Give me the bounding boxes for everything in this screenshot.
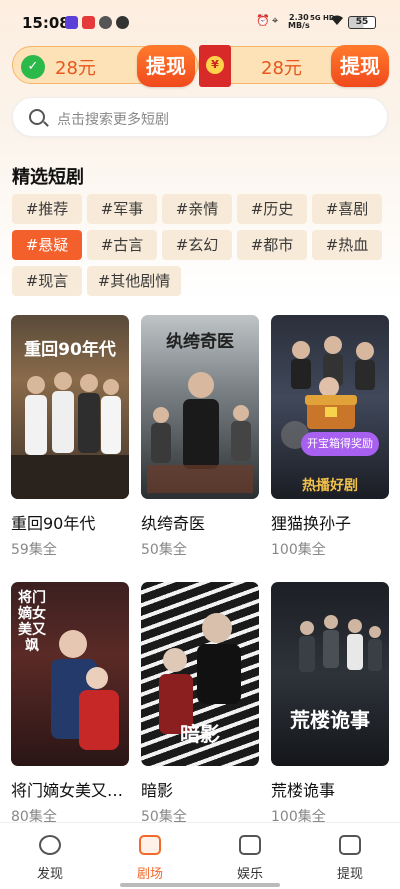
search-icon bbox=[29, 109, 45, 125]
poster-title: 热播好剧 bbox=[302, 478, 358, 494]
poster-title: 暗影 bbox=[180, 722, 220, 746]
wechat-amount: 28元 bbox=[55, 58, 96, 79]
tag-fantasy[interactable]: #玄幻 bbox=[162, 230, 232, 260]
poster-title: 荒楼诡事 bbox=[290, 708, 370, 732]
red-packet-icon bbox=[199, 45, 231, 87]
withdraw-icon bbox=[339, 835, 361, 855]
tag-passion[interactable]: #热血 bbox=[312, 230, 382, 260]
poster-title: 纨绔奇医 bbox=[166, 332, 234, 352]
redpacket-amount: 28元 bbox=[261, 58, 302, 79]
drama-poster[interactable]: 纨绔奇医 bbox=[141, 315, 259, 499]
drama-title: 重回90年代 bbox=[11, 514, 96, 533]
wifi-icon bbox=[330, 14, 344, 29]
tag-comedy[interactable]: #喜剧 bbox=[312, 194, 382, 224]
wechat-withdraw-button[interactable]: 提现 bbox=[137, 45, 195, 87]
drama-poster[interactable]: 开宝箱得奖励 热播好剧 bbox=[271, 315, 389, 499]
tab-label: 发现 bbox=[36, 867, 63, 882]
wechat-icon: ✓ bbox=[21, 55, 45, 79]
tab-label: 娱乐 bbox=[236, 867, 263, 882]
bottom-tab-bar: 发现 剧场 娱乐 提现 bbox=[0, 822, 400, 889]
message-icon bbox=[99, 16, 112, 29]
drama-card[interactable]: 荒楼诡事 荒楼诡事 100集全 bbox=[271, 582, 389, 825]
entertainment-icon bbox=[239, 835, 261, 855]
tab-label: 剧场 bbox=[136, 867, 163, 882]
wechat-reward-pill: ✓ 28元 提现 bbox=[12, 45, 198, 87]
drama-title: 暗影 bbox=[141, 781, 174, 800]
drama-card[interactable]: 重回90年代 重回90年代 59集全 bbox=[11, 315, 129, 558]
tag-military[interactable]: #军事 bbox=[87, 194, 157, 224]
alarm-icon: ⏰ bbox=[256, 14, 270, 27]
drama-title: 狸猫换孙子 bbox=[271, 514, 352, 533]
app-notification-icon bbox=[116, 16, 129, 29]
redpacket-reward-pill: 28元 提现 bbox=[198, 45, 389, 87]
tag-modern-romance[interactable]: #现言 bbox=[12, 266, 82, 296]
battery-icon: 55 bbox=[348, 16, 376, 29]
drama-title: 荒楼诡事 bbox=[271, 781, 336, 800]
tag-ancient-romance[interactable]: #古言 bbox=[87, 230, 157, 260]
search-bar[interactable]: 点击搜索更多短剧 bbox=[12, 97, 388, 137]
net-speed-unit: MB/s bbox=[288, 21, 310, 30]
tag-other[interactable]: #其他剧情 bbox=[87, 266, 181, 296]
status-bar: 15:08 ⏰ ⌖ 2.30 MB/s 5G HD 55 bbox=[0, 0, 400, 44]
section-title: 精选短剧 bbox=[12, 167, 84, 188]
tab-label: 提现 bbox=[336, 867, 363, 882]
drama-card[interactable]: 暗影 暗影 50集全 bbox=[141, 582, 259, 825]
drama-card[interactable]: 将门嫡女美又飒 将门嫡女美又… 80集全 bbox=[11, 582, 129, 825]
app-notification-icon bbox=[82, 16, 95, 29]
poster-title: 将门嫡女美又飒 bbox=[18, 590, 46, 654]
status-time: 15:08 bbox=[22, 14, 70, 32]
tag-family[interactable]: #亲情 bbox=[162, 194, 232, 224]
drama-episodes: 59集全 bbox=[11, 542, 57, 558]
search-placeholder: 点击搜索更多短剧 bbox=[57, 112, 169, 128]
tab-withdraw[interactable]: 提现 bbox=[300, 823, 400, 889]
drama-card[interactable]: 纨绔奇医 纨绔奇医 50集全 bbox=[141, 315, 259, 558]
drama-card[interactable]: 开宝箱得奖励 热播好剧 狸猫换孙子 100集全 bbox=[271, 315, 389, 558]
location-icon: ⌖ bbox=[272, 14, 279, 27]
drama-episodes: 100集全 bbox=[271, 542, 326, 558]
discover-icon bbox=[39, 835, 61, 855]
redpacket-withdraw-button[interactable]: 提现 bbox=[331, 45, 389, 87]
treasure-reward-badge[interactable]: 开宝箱得奖励 bbox=[301, 432, 379, 456]
drama-episodes: 50集全 bbox=[141, 542, 187, 558]
tag-recommend[interactable]: #推荐 bbox=[12, 194, 82, 224]
tab-discover[interactable]: 发现 bbox=[0, 823, 100, 889]
tab-theater[interactable]: 剧场 bbox=[100, 823, 200, 889]
drama-poster[interactable]: 荒楼诡事 bbox=[271, 582, 389, 766]
net-speed: 2.30 MB/s bbox=[288, 14, 310, 30]
poster-title: 重回90年代 bbox=[24, 340, 116, 360]
tab-entertainment[interactable]: 娱乐 bbox=[200, 823, 300, 889]
drama-poster[interactable]: 暗影 bbox=[141, 582, 259, 766]
drama-poster[interactable]: 重回90年代 bbox=[11, 315, 129, 499]
tag-urban[interactable]: #都市 bbox=[237, 230, 307, 260]
drama-title: 纨绔奇医 bbox=[141, 514, 206, 533]
reward-bar: ✓ 28元 提现 28元 提现 bbox=[12, 44, 389, 87]
tag-history[interactable]: #历史 bbox=[237, 194, 307, 224]
tag-suspense[interactable]: #悬疑 bbox=[12, 230, 82, 260]
drama-poster[interactable]: 将门嫡女美又飒 bbox=[11, 582, 129, 766]
drama-title: 将门嫡女美又… bbox=[11, 781, 124, 800]
app-notification-icon bbox=[65, 16, 78, 29]
theater-icon bbox=[139, 835, 161, 855]
home-indicator[interactable] bbox=[120, 883, 280, 887]
